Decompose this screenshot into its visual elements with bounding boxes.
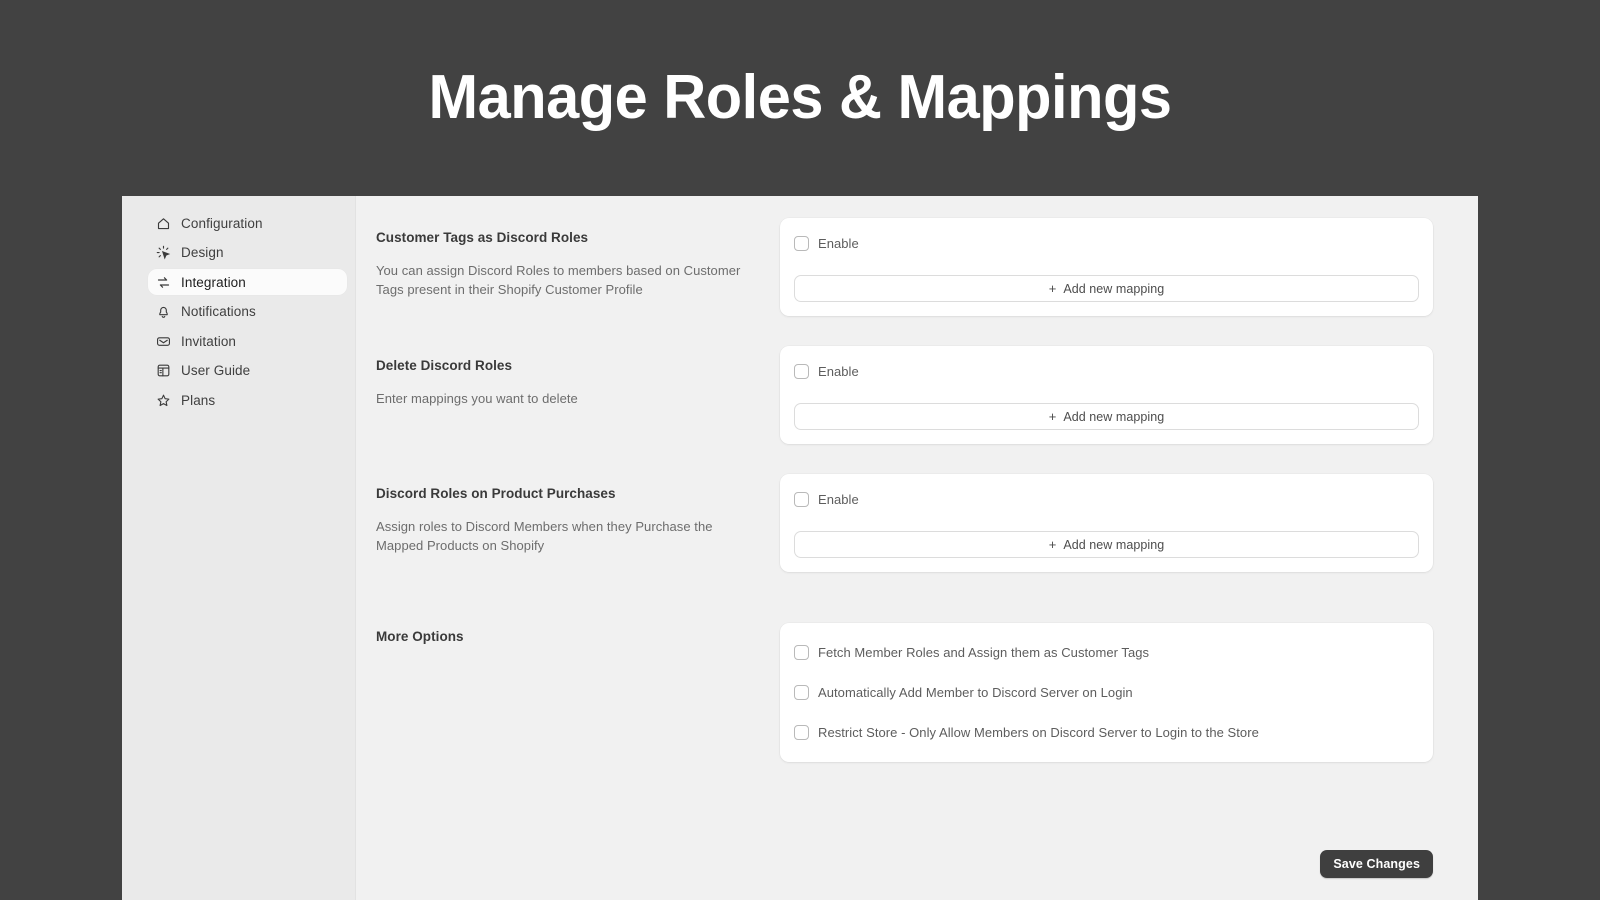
sidebar-item-integration[interactable]: Integration — [148, 269, 347, 295]
enable-checkbox[interactable] — [794, 492, 809, 507]
section-title: Delete Discord Roles — [376, 358, 513, 373]
star-icon — [156, 393, 171, 408]
sidebar-item-label: Notifications — [181, 304, 256, 319]
add-new-mapping-label: Add new mapping — [1063, 281, 1165, 296]
sidebar-item-configuration[interactable]: Configuration — [148, 210, 355, 236]
enable-checkbox-row[interactable]: Enable — [794, 236, 1419, 251]
option-checkbox[interactable] — [794, 645, 809, 660]
section-customer-tags-as-discord-roles: Customer Tags as Discord Roles You can a… — [376, 218, 1433, 316]
sidebar-item-label: Invitation — [181, 333, 237, 349]
section-info: Delete Discord Roles Enter mappings you … — [376, 346, 780, 409]
section-description: You can assign Discord Roles to members … — [376, 263, 741, 297]
option-label: Fetch Member Roles and Assign them as Cu… — [818, 645, 1150, 660]
plus-icon: + — [1048, 281, 1057, 296]
option-auto-add-member-row[interactable]: Automatically Add Member to Discord Serv… — [794, 685, 1419, 700]
sidebar-item-plans[interactable]: Plans — [148, 387, 355, 413]
main-content: Customer Tags as Discord Roles You can a… — [356, 196, 1478, 900]
sidebar-item-design[interactable]: Design — [148, 240, 355, 266]
section-info: More Options — [376, 623, 780, 661]
sidebar-item-label: Plans — [181, 392, 216, 408]
enable-checkbox-row[interactable]: Enable — [794, 364, 1419, 379]
section-title: Customer Tags as Discord Roles — [376, 230, 589, 245]
book-icon — [156, 363, 171, 378]
option-restrict-store-row[interactable]: Restrict Store - Only Allow Members on D… — [794, 725, 1419, 740]
enable-checkbox-row[interactable]: Enable — [794, 492, 1419, 507]
add-new-mapping-label: Add new mapping — [1063, 409, 1165, 424]
sidebar-item-label: Configuration — [181, 215, 263, 231]
enable-label: Enable — [818, 492, 859, 507]
add-new-mapping-button[interactable]: + Add new mapping — [794, 403, 1419, 430]
enable-label: Enable — [818, 236, 859, 251]
section-description: Enter mappings you want to delete — [376, 391, 578, 406]
section-card: Enable + Add new mapping — [780, 474, 1433, 572]
section-discord-roles-on-product-purchases: Discord Roles on Product Purchases Assig… — [376, 474, 1433, 572]
sidebar-item-label: Design — [181, 245, 224, 260]
enable-checkbox[interactable] — [794, 236, 809, 251]
enable-checkbox[interactable] — [794, 364, 809, 379]
section-card: Enable + Add new mapping — [780, 218, 1433, 316]
save-changes-button[interactable]: Save Changes — [1320, 850, 1433, 878]
sidebar-item-notifications[interactable]: Notifications — [148, 299, 355, 325]
option-fetch-member-roles-row[interactable]: Fetch Member Roles and Assign them as Cu… — [794, 645, 1419, 660]
page-header: Manage Roles & Mappings — [0, 0, 1600, 196]
section-description: Assign roles to Discord Members when the… — [376, 519, 713, 553]
section-delete-discord-roles: Delete Discord Roles Enter mappings you … — [376, 346, 1433, 444]
sidebar-item-invitation[interactable]: Invitation — [148, 328, 355, 354]
plus-icon: + — [1048, 537, 1057, 552]
sidebar-item-label: Integration — [181, 274, 246, 290]
option-label: Restrict Store - Only Allow Members on D… — [818, 725, 1259, 740]
more-options-card: Fetch Member Roles and Assign them as Cu… — [780, 623, 1433, 762]
sidebar-item-user-guide[interactable]: User Guide — [148, 358, 355, 384]
section-card: Enable + Add new mapping — [780, 346, 1433, 444]
sync-arrows-icon — [156, 275, 171, 290]
add-new-mapping-label: Add new mapping — [1063, 537, 1165, 552]
bell-icon — [156, 304, 171, 319]
option-checkbox[interactable] — [794, 725, 809, 740]
section-title: More Options — [376, 629, 464, 644]
app-window: Configuration Design Integration Notific… — [122, 196, 1478, 900]
add-new-mapping-button[interactable]: + Add new mapping — [794, 275, 1419, 302]
section-more-options: More Options Fetch Member Roles and Assi… — [376, 623, 1433, 762]
plus-icon: + — [1048, 409, 1057, 424]
design-cursor-icon — [156, 245, 171, 260]
option-label: Automatically Add Member to Discord Serv… — [818, 685, 1133, 700]
home-icon — [156, 216, 171, 231]
sidebar-item-label: User Guide — [181, 363, 251, 378]
section-info: Customer Tags as Discord Roles You can a… — [376, 218, 780, 300]
section-info: Discord Roles on Product Purchases Assig… — [376, 474, 780, 556]
sidebar: Configuration Design Integration Notific… — [122, 196, 356, 900]
envelope-icon — [156, 334, 171, 349]
add-new-mapping-button[interactable]: + Add new mapping — [794, 531, 1419, 558]
option-checkbox[interactable] — [794, 685, 809, 700]
save-bar: Save Changes — [1320, 850, 1433, 878]
page-title: Manage Roles & Mappings — [428, 63, 1172, 132]
section-title: Discord Roles on Product Purchases — [376, 486, 616, 501]
enable-label: Enable — [818, 364, 859, 379]
